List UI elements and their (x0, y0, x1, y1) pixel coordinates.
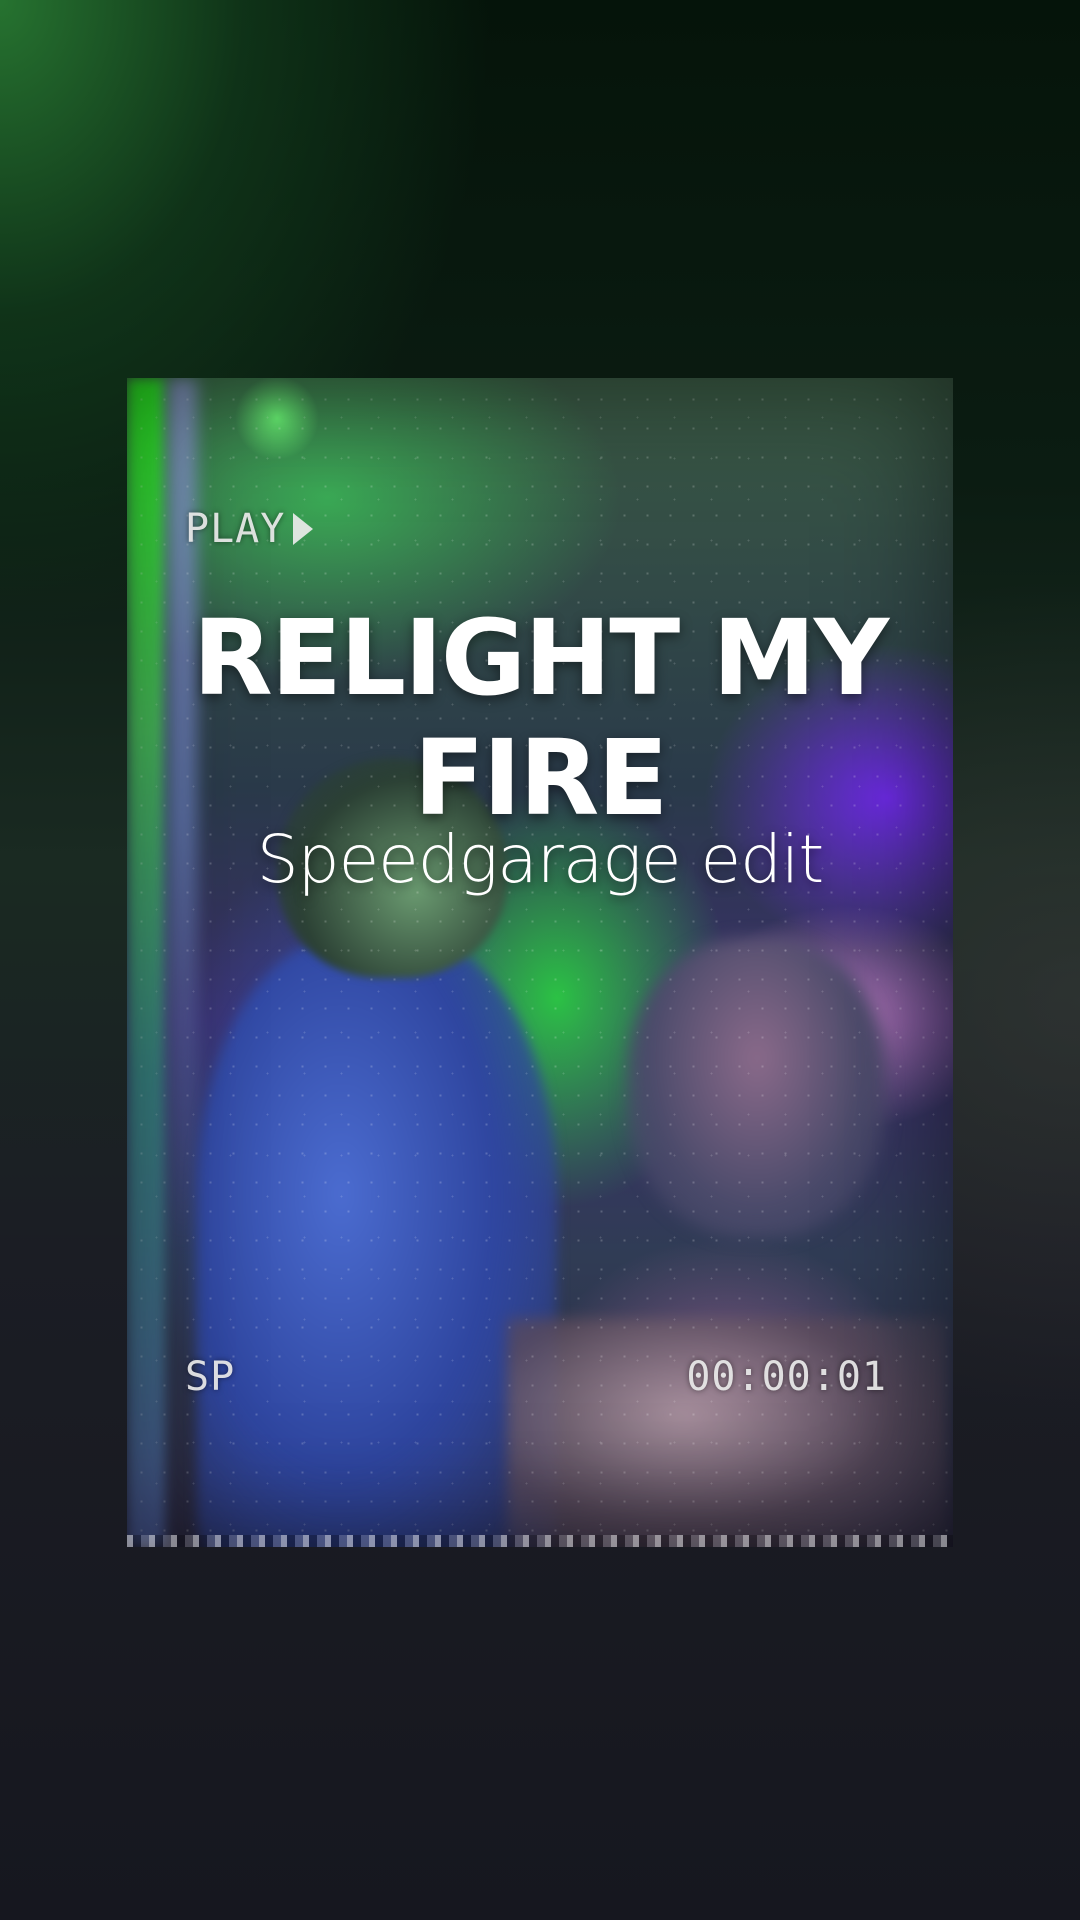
play-triangle-icon (293, 513, 314, 545)
video-frame: PLAY RELIGHT MY FIRE Speedgarage edit SP… (127, 378, 953, 1547)
vcr-play-indicator: PLAY (185, 506, 314, 552)
vcr-play-label: PLAY (185, 506, 286, 552)
song-title: RELIGHT MY FIRE (192, 597, 889, 839)
vcr-timecode: 00:00:01 (686, 1354, 887, 1400)
vcr-speed-label: SP (185, 1354, 236, 1400)
song-subtitle: Speedgarage edit (256, 821, 824, 898)
vhs-tracking-line (127, 1535, 953, 1547)
background-canvas: PLAY RELIGHT MY FIRE Speedgarage edit SP… (0, 0, 1080, 1920)
